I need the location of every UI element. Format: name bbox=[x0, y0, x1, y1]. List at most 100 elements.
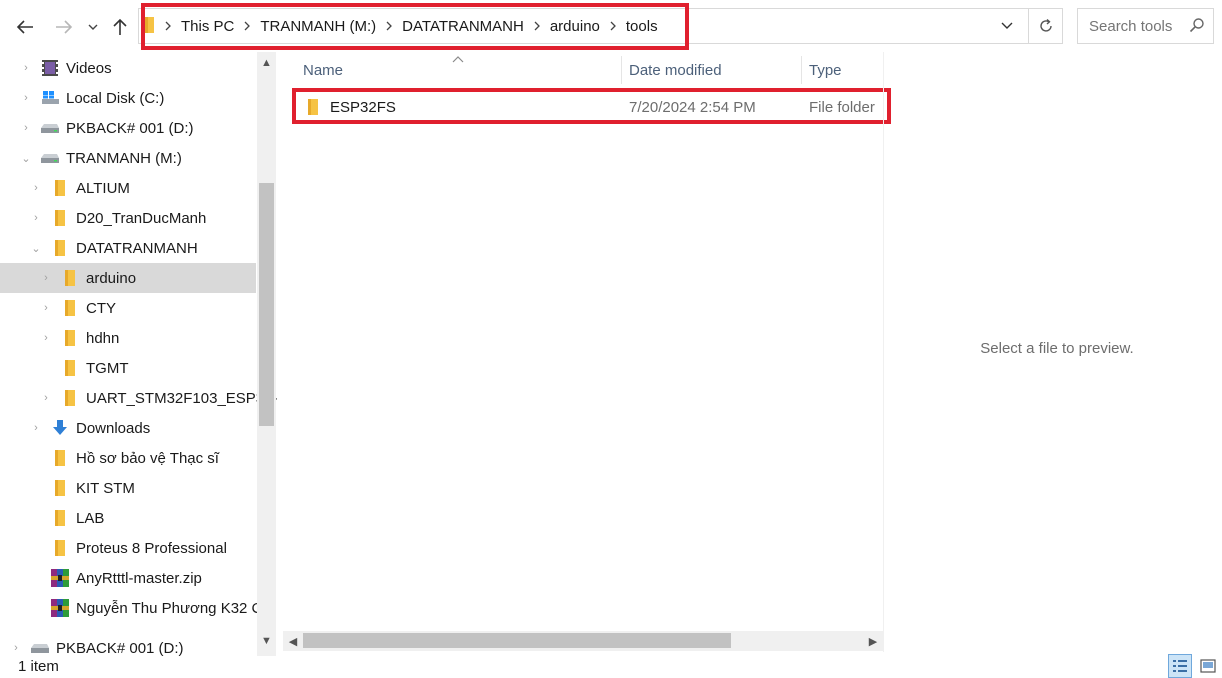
crumb-tools[interactable]: tools bbox=[622, 18, 662, 35]
sidebar-item-videos[interactable]: › Videos bbox=[0, 53, 256, 83]
sidebar-item-label: arduino bbox=[86, 269, 137, 287]
preview-message: Select a file to preview. bbox=[980, 340, 1134, 357]
column-header-type[interactable]: Type bbox=[809, 56, 842, 84]
folder-icon bbox=[50, 478, 70, 498]
chevron-down-icon[interactable]: ⌄ bbox=[20, 152, 32, 165]
chevron-right-icon[interactable]: › bbox=[10, 642, 22, 654]
breadcrumb: This PC TRANMANH (M:) DATATRANMANH ardui… bbox=[145, 9, 662, 43]
chevron-right-icon[interactable]: › bbox=[40, 272, 52, 284]
back-arrow-icon bbox=[16, 20, 33, 34]
chevron-right-icon[interactable]: › bbox=[30, 182, 42, 194]
chevron-right-icon[interactable] bbox=[528, 21, 546, 31]
crumb-arduino[interactable]: arduino bbox=[546, 18, 604, 35]
chevron-right-icon[interactable]: › bbox=[40, 302, 52, 314]
sidebar-item-kit-stm[interactable]: KIT STM bbox=[0, 473, 256, 503]
sidebar-item-lab[interactable]: LAB bbox=[0, 503, 256, 533]
scrollbar-thumb[interactable] bbox=[259, 183, 274, 426]
sidebar-item-downloads[interactable]: › Downloads bbox=[0, 413, 256, 443]
up-arrow-icon bbox=[113, 18, 127, 35]
folder-icon bbox=[60, 358, 80, 378]
folder-icon bbox=[145, 16, 155, 37]
sidebar-item-arduino[interactable]: › arduino bbox=[0, 263, 256, 293]
sidebar-item-pkback-d-2[interactable]: › PKBACK# 001 (D:) bbox=[0, 633, 256, 657]
address-bar[interactable]: This PC TRANMANH (M:) DATATRANMANH ardui… bbox=[138, 8, 1063, 44]
column-header-name[interactable]: Name bbox=[303, 56, 343, 84]
refresh-button[interactable] bbox=[1028, 8, 1063, 44]
scroll-up-arrow-icon[interactable]: ▲ bbox=[257, 52, 276, 74]
chevron-right-icon[interactable]: › bbox=[40, 392, 52, 404]
crumb-datatranmanh[interactable]: DATATRANMANH bbox=[398, 18, 528, 35]
folder-icon bbox=[60, 388, 80, 408]
chevron-right-icon[interactable] bbox=[159, 21, 177, 31]
sidebar-item-anyrtttl-zip[interactable]: AnyRtttl-master.zip bbox=[0, 563, 256, 593]
scroll-right-arrow-icon[interactable]: ▶ bbox=[863, 631, 883, 651]
column-divider[interactable] bbox=[621, 56, 622, 84]
scroll-left-arrow-icon[interactable]: ◀ bbox=[283, 631, 303, 651]
winrar-archive-icon bbox=[50, 568, 70, 588]
scrollbar-thumb[interactable] bbox=[303, 633, 731, 648]
sidebar-item-label: TRANMANH (M:) bbox=[66, 149, 182, 167]
sidebar-item-datatranmanh[interactable]: ⌄ DATATRANMANH bbox=[0, 233, 256, 263]
drive-icon bbox=[40, 148, 60, 168]
file-row[interactable]: ESP32FS 7/20/2024 2:54 PM File folder bbox=[296, 92, 886, 122]
forward-button[interactable] bbox=[50, 10, 78, 44]
download-icon bbox=[50, 418, 70, 438]
sidebar-item-proteus[interactable]: Proteus 8 Professional bbox=[0, 533, 256, 563]
sidebar-item-ho-so-bao-ve[interactable]: Hồ sơ bảo vệ Thạc sĩ bbox=[0, 443, 256, 473]
sidebar-item-hdhn[interactable]: › hdhn bbox=[0, 323, 256, 353]
sidebar-item-label: Proteus 8 Professional bbox=[76, 539, 227, 557]
chevron-down-icon[interactable]: ⌄ bbox=[30, 242, 42, 255]
sidebar-item-tranmanh-m[interactable]: ⌄ TRANMANH (M:) bbox=[0, 143, 256, 173]
chevron-right-icon[interactable]: › bbox=[30, 422, 42, 434]
folder-icon bbox=[50, 238, 70, 258]
details-view-icon bbox=[1173, 660, 1187, 672]
large-icons-view-icon bbox=[1200, 659, 1216, 673]
folder-icon bbox=[50, 508, 70, 528]
details-view-button[interactable] bbox=[1168, 654, 1192, 678]
scroll-down-arrow-icon[interactable]: ▼ bbox=[257, 630, 276, 652]
large-icons-view-button[interactable] bbox=[1196, 654, 1220, 678]
sidebar-item-label: D20_TranDucManh bbox=[76, 209, 207, 227]
chevron-right-icon[interactable]: › bbox=[20, 92, 32, 104]
chevron-right-icon[interactable] bbox=[238, 21, 256, 31]
drive-icon bbox=[30, 638, 50, 656]
sidebar-item-tgmt[interactable]: TGMT bbox=[0, 353, 256, 383]
sidebar-item-label: KIT STM bbox=[76, 479, 135, 497]
sidebar-item-uart-stm32[interactable]: › UART_STM32F103_ESP32- bbox=[0, 383, 277, 413]
sidebar-item-local-disk-c[interactable]: › Local Disk (C:) bbox=[0, 83, 256, 113]
column-header-date-modified[interactable]: Date modified bbox=[629, 56, 722, 84]
search-input[interactable] bbox=[1087, 17, 1191, 36]
crumb-this-pc[interactable]: This PC bbox=[177, 18, 238, 35]
folder-icon bbox=[50, 178, 70, 198]
folder-icon bbox=[307, 92, 319, 122]
sidebar-item-label: LAB bbox=[76, 509, 105, 527]
address-history-button[interactable] bbox=[987, 8, 1027, 44]
chevron-right-icon[interactable]: › bbox=[20, 62, 32, 74]
chevron-right-icon[interactable]: › bbox=[40, 332, 52, 344]
sidebar-scrollbar[interactable]: ▲ ▼ bbox=[257, 52, 276, 656]
recent-locations-button[interactable] bbox=[82, 10, 104, 44]
winrar-archive-icon bbox=[50, 598, 70, 618]
chevron-right-icon[interactable]: › bbox=[20, 122, 32, 134]
sidebar-item-label: Nguyễn Thu Phương K32 CH bbox=[76, 599, 274, 617]
up-button[interactable] bbox=[106, 10, 134, 44]
sidebar-item-d20-tranducmanh[interactable]: › D20_TranDucManh bbox=[0, 203, 256, 233]
search-box[interactable] bbox=[1077, 8, 1214, 44]
sidebar-item-altium[interactable]: › ALTIUM bbox=[0, 173, 256, 203]
sidebar-item-pkback-d[interactable]: › PKBACK# 001 (D:) bbox=[0, 113, 256, 143]
file-type: File folder bbox=[809, 98, 875, 116]
back-button[interactable] bbox=[11, 10, 39, 44]
sidebar-item-label: TGMT bbox=[86, 359, 129, 377]
chevron-right-icon[interactable]: › bbox=[30, 212, 42, 224]
sidebar-item-cty[interactable]: › CTY bbox=[0, 293, 256, 323]
chevron-right-icon[interactable] bbox=[604, 21, 622, 31]
crumb-tranmanh-drive[interactable]: TRANMANH (M:) bbox=[256, 18, 380, 35]
search-icon[interactable] bbox=[1189, 17, 1205, 36]
sidebar-item-label: hdhn bbox=[86, 329, 120, 347]
chevron-right-icon[interactable] bbox=[380, 21, 398, 31]
folder-icon bbox=[60, 298, 80, 318]
file-list-horizontal-scrollbar[interactable]: ◀ ▶ bbox=[283, 631, 883, 651]
sidebar-item-nguyen-thu-phuong[interactable]: Nguyễn Thu Phương K32 CH bbox=[0, 593, 273, 623]
column-divider[interactable] bbox=[801, 56, 802, 84]
sidebar-item-label: Downloads bbox=[76, 419, 151, 437]
